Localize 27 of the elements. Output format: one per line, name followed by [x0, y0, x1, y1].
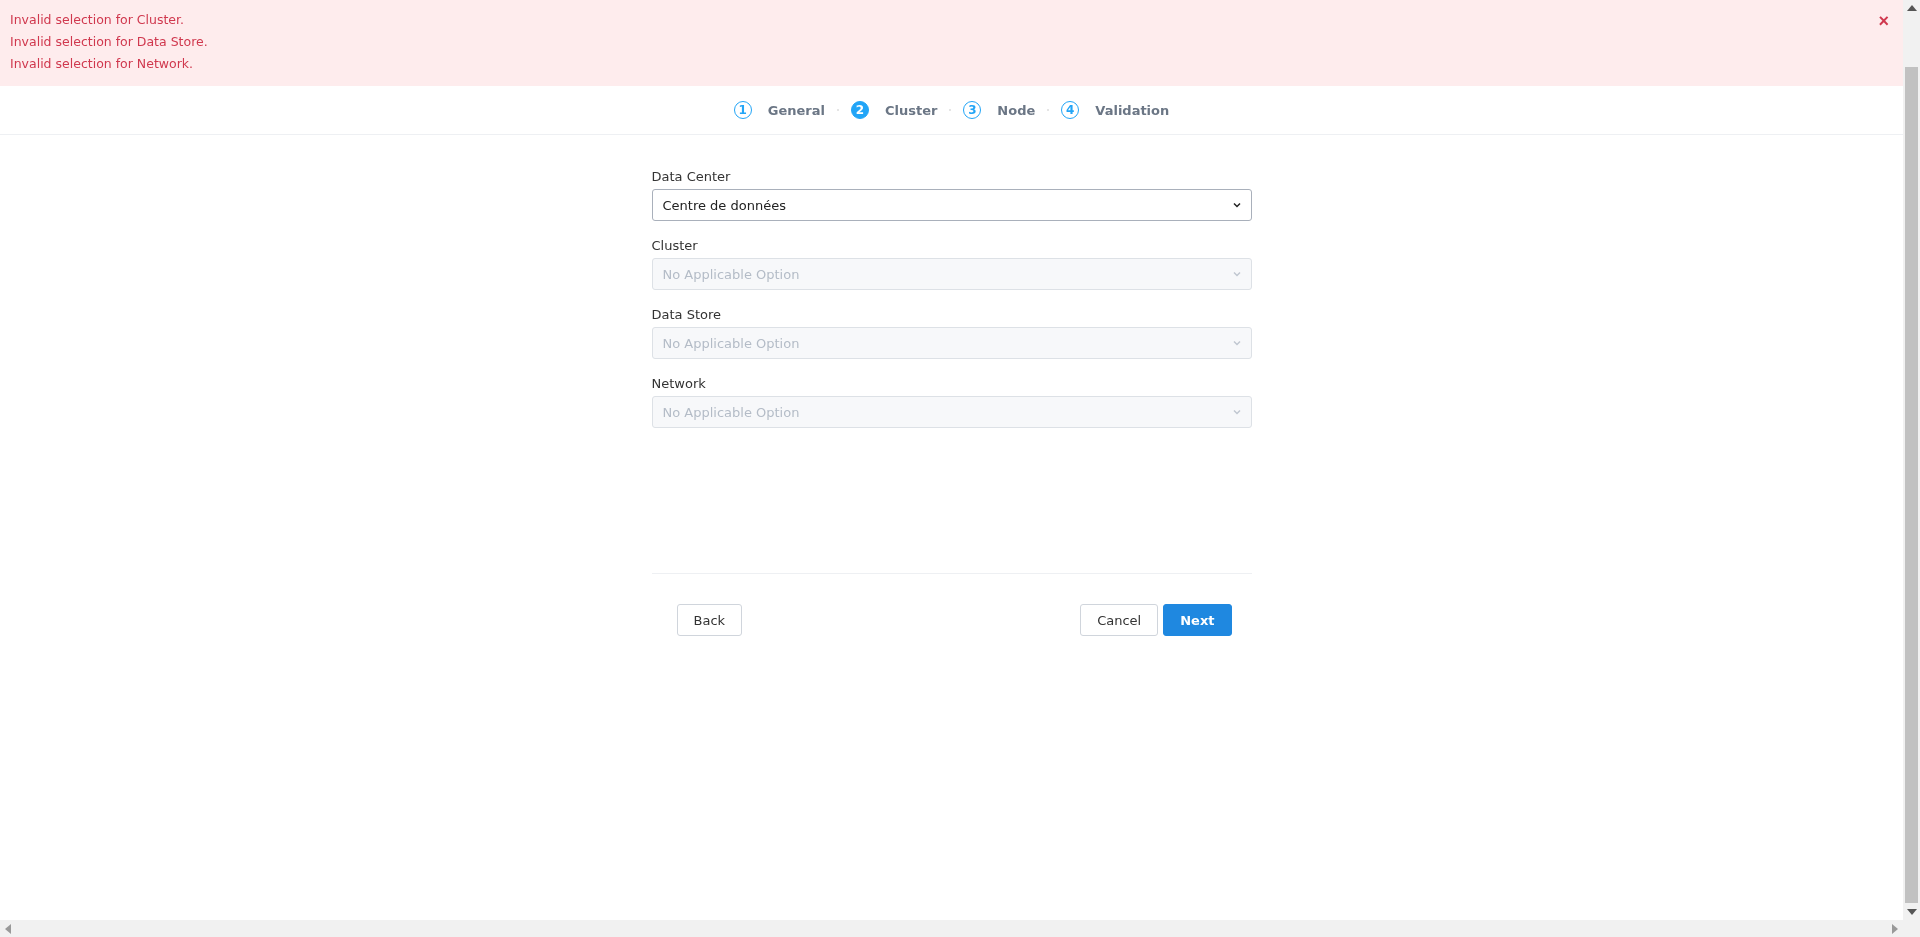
cancel-button[interactable]: Cancel [1080, 604, 1159, 636]
dropdown-field[interactable]: Centre de données [651, 189, 1252, 221]
next-button[interactable]: Next [1163, 604, 1232, 636]
scroll-down-arrow-icon[interactable] [1906, 909, 1917, 915]
step-label[interactable]: General [767, 102, 825, 118]
field-label: Network [651, 376, 707, 391]
scroll-up-arrow-icon[interactable] [1906, 5, 1917, 11]
step-label[interactable]: Validation [1095, 102, 1170, 118]
step-label[interactable]: Node [997, 102, 1036, 118]
chevron-down-icon [1232, 340, 1241, 346]
error-message: Invalid selection for Data Store. [10, 34, 208, 50]
scroll-right-arrow-icon[interactable] [1892, 923, 1898, 934]
scroll-left-arrow-icon[interactable] [5, 923, 11, 934]
step-label[interactable]: Cluster [884, 102, 938, 118]
chevron-down-icon [1232, 202, 1241, 208]
vertical-scrollbar[interactable] [1903, 0, 1920, 920]
step-number[interactable]: 2 [850, 101, 869, 119]
close-button[interactable]: × [1878, 12, 1889, 30]
error-message: Invalid selection for Network. [10, 56, 194, 72]
field-label: Cluster [651, 238, 699, 253]
chevron-down-icon [1232, 409, 1241, 415]
field-label: Data Center [651, 169, 732, 184]
back-button[interactable]: Back [676, 604, 743, 636]
chevron-down-icon [1232, 271, 1241, 277]
error-message: Invalid selection for Cluster. [10, 12, 186, 28]
horizontal-scrollbar[interactable] [0, 920, 1920, 937]
field-label: Data Store [651, 307, 723, 322]
